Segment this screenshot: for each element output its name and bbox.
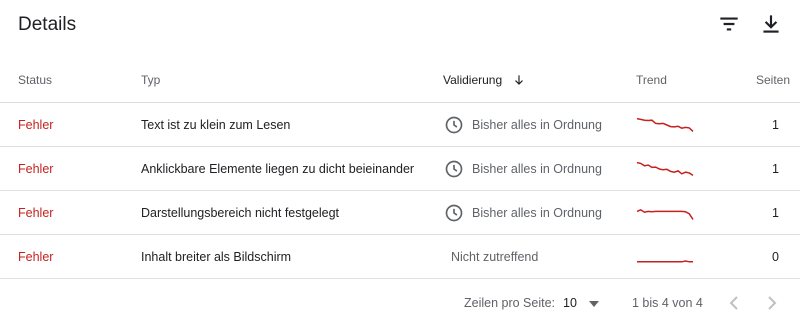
clock-icon (445, 160, 463, 177)
details-table: Status Typ Validierung Trend Seiten Fehl… (0, 58, 800, 279)
clock-icon (445, 204, 463, 221)
type-cell: Inhalt breiter als Bildschirm (141, 234, 443, 279)
details-header: Details (0, 0, 800, 52)
validation-status: Bisher alles in Ordnung (443, 159, 636, 179)
type-cell: Darstellungsbereich nicht festgelegt (141, 190, 443, 235)
trend-cell (636, 146, 756, 191)
caret-down-icon (589, 301, 599, 307)
column-header-trend: Trend (636, 58, 756, 103)
download-icon (763, 15, 779, 33)
trend-line (636, 117, 694, 132)
validation-status: Bisher alles in Ordnung (443, 203, 636, 223)
table-row[interactable]: Fehler Anklickbare Elemente liegen zu dic… (0, 146, 800, 191)
trend-cell (636, 190, 756, 235)
pages-cell: 0 (756, 234, 800, 279)
validation-text: Bisher alles in Ordnung (472, 161, 602, 176)
issue-type-text: Anklickbare Elemente liegen zu dicht bei… (141, 161, 415, 176)
next-page-button[interactable] (760, 291, 784, 315)
validation-cell: Bisher alles in Ordnung (443, 102, 636, 147)
status-cell: Fehler (0, 146, 141, 191)
pagination-bar: Zeilen pro Seite: 10 1 bis 4 von 4 (0, 285, 800, 321)
trend-line (636, 161, 694, 176)
trend-sparkline (636, 161, 694, 176)
validation-cell: Bisher alles in Ordnung (443, 146, 636, 191)
type-cell: Text ist zu klein zum Lesen (141, 102, 443, 147)
trend-sparkline (636, 208, 694, 220)
chevron-right-icon (768, 296, 777, 310)
filter-button[interactable] (716, 11, 742, 37)
filter-icon (720, 17, 738, 31)
type-cell: Anklickbare Elemente liegen zu dicht bei… (141, 146, 443, 191)
pages-count: 1 (772, 161, 779, 176)
issue-type-text: Darstellungsbereich nicht festgelegt (141, 205, 340, 220)
status-text: Fehler (18, 205, 54, 220)
clock-icon (445, 116, 463, 133)
issue-type-text: Inhalt breiter als Bildschirm (141, 249, 292, 264)
status-text: Fehler (18, 161, 54, 176)
pages-count: 1 (772, 117, 779, 132)
page-title: Details (18, 14, 77, 35)
trend-line (636, 208, 694, 220)
trend-cell (636, 102, 756, 147)
trend-line (637, 259, 693, 263)
column-header-validation-label: Validierung (443, 73, 503, 87)
column-header-status[interactable]: Status (0, 58, 141, 103)
trend-sparkline (636, 117, 694, 132)
download-button[interactable] (758, 11, 784, 37)
table-header-row: Status Typ Validierung Trend Seiten (0, 58, 800, 103)
status-text: Fehler (18, 117, 54, 132)
trend-sparkline (637, 259, 693, 263)
pages-cell: 1 (756, 102, 800, 147)
rows-per-page-label: Zeilen pro Seite: (464, 296, 556, 310)
column-header-validation[interactable]: Validierung (443, 58, 636, 103)
issue-type-text: Text ist zu klein zum Lesen (141, 117, 291, 132)
column-header-pages[interactable]: Seiten (756, 58, 800, 103)
pagination-range: 1 bis 4 von 4 (632, 296, 703, 310)
chevron-left-icon (729, 296, 738, 310)
trend-cell (636, 234, 756, 279)
column-header-type[interactable]: Typ (141, 58, 443, 103)
validation-cell: Bisher alles in Ordnung (443, 190, 636, 235)
rows-per-page-select[interactable]: 10 (560, 291, 604, 315)
table-row[interactable]: Fehler Text ist zu klein zum Lesen Bisher … (0, 102, 800, 147)
previous-page-button[interactable] (722, 291, 746, 315)
validation-cell: Nicht zutreffend (443, 234, 636, 279)
pages-count: 0 (772, 249, 779, 264)
pages-cell: 1 (756, 190, 800, 235)
pages-count: 1 (772, 205, 779, 220)
status-text: Fehler (18, 249, 54, 264)
arrow-down-icon (514, 75, 523, 85)
validation-text: Bisher alles in Ordnung (472, 117, 602, 132)
validation-status: Bisher alles in Ordnung (443, 115, 636, 135)
status-cell: Fehler (0, 234, 141, 279)
table-row[interactable]: Fehler Inhalt breiter als Bildschirm Nicht… (0, 234, 800, 279)
status-cell: Fehler (0, 102, 141, 147)
validation-text: Nicht zutreffend (451, 249, 539, 264)
pages-cell: 1 (756, 146, 800, 191)
status-cell: Fehler (0, 190, 141, 235)
validation-text: Bisher alles in Ordnung (472, 205, 602, 220)
rows-per-page-value: 10 (563, 296, 577, 310)
table-row[interactable]: Fehler Darstellungsbereich nicht festgele… (0, 190, 800, 235)
